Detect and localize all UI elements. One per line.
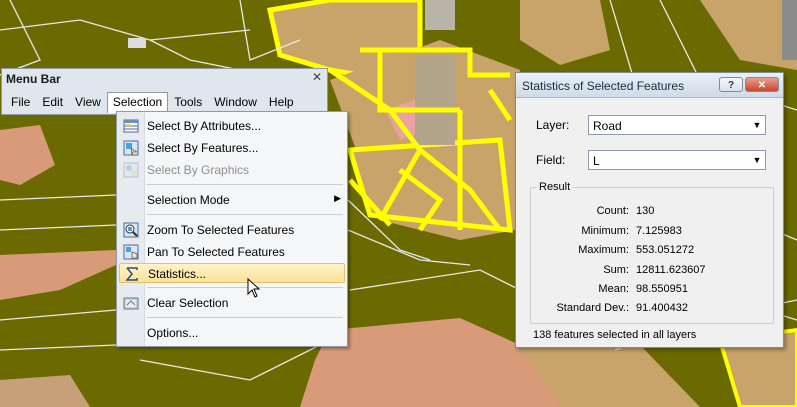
zoom-to-selected-label: Zoom To Selected Features [147, 223, 295, 237]
stat-value: 12811.623607 [636, 264, 706, 276]
layer-dropdown[interactable]: Road ▼ [588, 115, 766, 135]
menu-separator [147, 214, 343, 215]
selection-mode-item[interactable]: Selection Mode ▶ [119, 190, 345, 210]
selection-count-status: 138 features selected in all layers [533, 329, 697, 341]
dialog-titlebar[interactable]: Statistics of Selected Features ? ✕ [516, 73, 783, 98]
stat-key: Maximum: [578, 244, 629, 256]
stat-key: Sum: [603, 264, 629, 276]
menu-selection[interactable]: Selection [106, 92, 169, 113]
dialog-close-button[interactable]: ✕ [745, 77, 779, 92]
stat-key: Standard Dev.: [556, 302, 629, 314]
stat-row-maximum: Maximum: 553.051272 [534, 244, 774, 262]
statistics-dialog: Statistics of Selected Features ? ✕ Laye… [515, 72, 784, 348]
statistics-item[interactable]: Statistics... [119, 263, 345, 283]
menu-bar-items: File Edit View Selection Tools Window He… [5, 92, 300, 113]
layer-label: Layer: [536, 118, 570, 132]
options-label: Options... [147, 326, 199, 340]
stat-row-sum: Sum: 12811.623607 [534, 264, 774, 282]
clear-selection-item[interactable]: Clear Selection [119, 293, 345, 313]
table-select-icon [123, 119, 139, 133]
stat-row-std-dev: Standard Dev.: 91.400432 [534, 302, 774, 320]
select-by-features-label: Select By Features... [147, 141, 259, 155]
selection-dropdown-menu: Select By Attributes... Select By Featur… [116, 111, 348, 347]
pan-to-selected-label: Pan To Selected Features [147, 245, 285, 259]
stat-value: 7.125983 [636, 225, 682, 237]
help-button[interactable]: ? [719, 77, 743, 92]
stat-value: 130 [636, 205, 655, 217]
field-label: Field: [536, 153, 566, 167]
chevron-down-icon: ▼ [752, 155, 762, 165]
layer-value: Road [593, 119, 622, 133]
select-by-features-item[interactable]: Select By Features... [119, 138, 345, 158]
menu-window[interactable]: Window [208, 92, 263, 113]
options-item[interactable]: Options... [119, 323, 345, 343]
menu-separator [147, 184, 343, 185]
submenu-arrow-icon: ▶ [334, 193, 341, 203]
dialog-title: Statistics of Selected Features [522, 79, 685, 93]
pan-selected-icon [123, 244, 139, 260]
menu-separator [147, 317, 343, 318]
select-graphics-icon [123, 162, 139, 178]
statistics-label: Statistics... [148, 267, 207, 281]
stat-key: Mean: [598, 283, 629, 295]
chevron-down-icon: ▼ [752, 120, 762, 130]
select-by-attributes-label: Select By Attributes... [147, 119, 262, 133]
field-dropdown[interactable]: L ▼ [588, 150, 766, 170]
stat-value: 98.550951 [636, 283, 688, 295]
clear-selection-label: Clear Selection [147, 296, 229, 310]
result-group-label: Result [536, 181, 574, 193]
field-value: L [593, 154, 600, 168]
menu-bar-toolbar: Menu Bar ✕ File Edit View Selection Tool… [1, 68, 328, 115]
menu-view[interactable]: View [69, 92, 107, 113]
stat-key: Count: [596, 205, 629, 217]
stat-row-minimum: Minimum: 7.125983 [534, 225, 774, 243]
menu-file[interactable]: File [5, 92, 36, 113]
select-features-icon [123, 140, 139, 156]
pan-to-selected-item[interactable]: Pan To Selected Features [119, 242, 345, 262]
menu-edit[interactable]: Edit [36, 92, 69, 113]
sigma-icon [125, 267, 138, 281]
select-by-graphics-label: Select By Graphics [147, 163, 250, 177]
stat-row-count: Count: 130 [534, 205, 774, 223]
menu-separator [147, 287, 343, 288]
close-icon[interactable]: ✕ [312, 70, 322, 84]
menu-bar-title: Menu Bar [6, 72, 61, 86]
stat-row-mean: Mean: 98.550951 [534, 283, 774, 301]
stat-key: Minimum: [581, 225, 629, 237]
mouse-cursor-icon [247, 278, 261, 298]
select-by-graphics-item: Select By Graphics [119, 160, 345, 180]
selection-mode-label: Selection Mode [147, 193, 230, 207]
stat-value: 553.051272 [636, 244, 695, 256]
zoom-selected-icon [123, 222, 139, 238]
zoom-to-selected-item[interactable]: Zoom To Selected Features [119, 220, 345, 240]
select-by-attributes-item[interactable]: Select By Attributes... [119, 116, 345, 136]
stat-value: 91.400432 [636, 302, 688, 314]
menu-tools[interactable]: Tools [168, 92, 208, 113]
menu-help[interactable]: Help [263, 92, 300, 113]
clear-selection-icon [123, 297, 139, 310]
